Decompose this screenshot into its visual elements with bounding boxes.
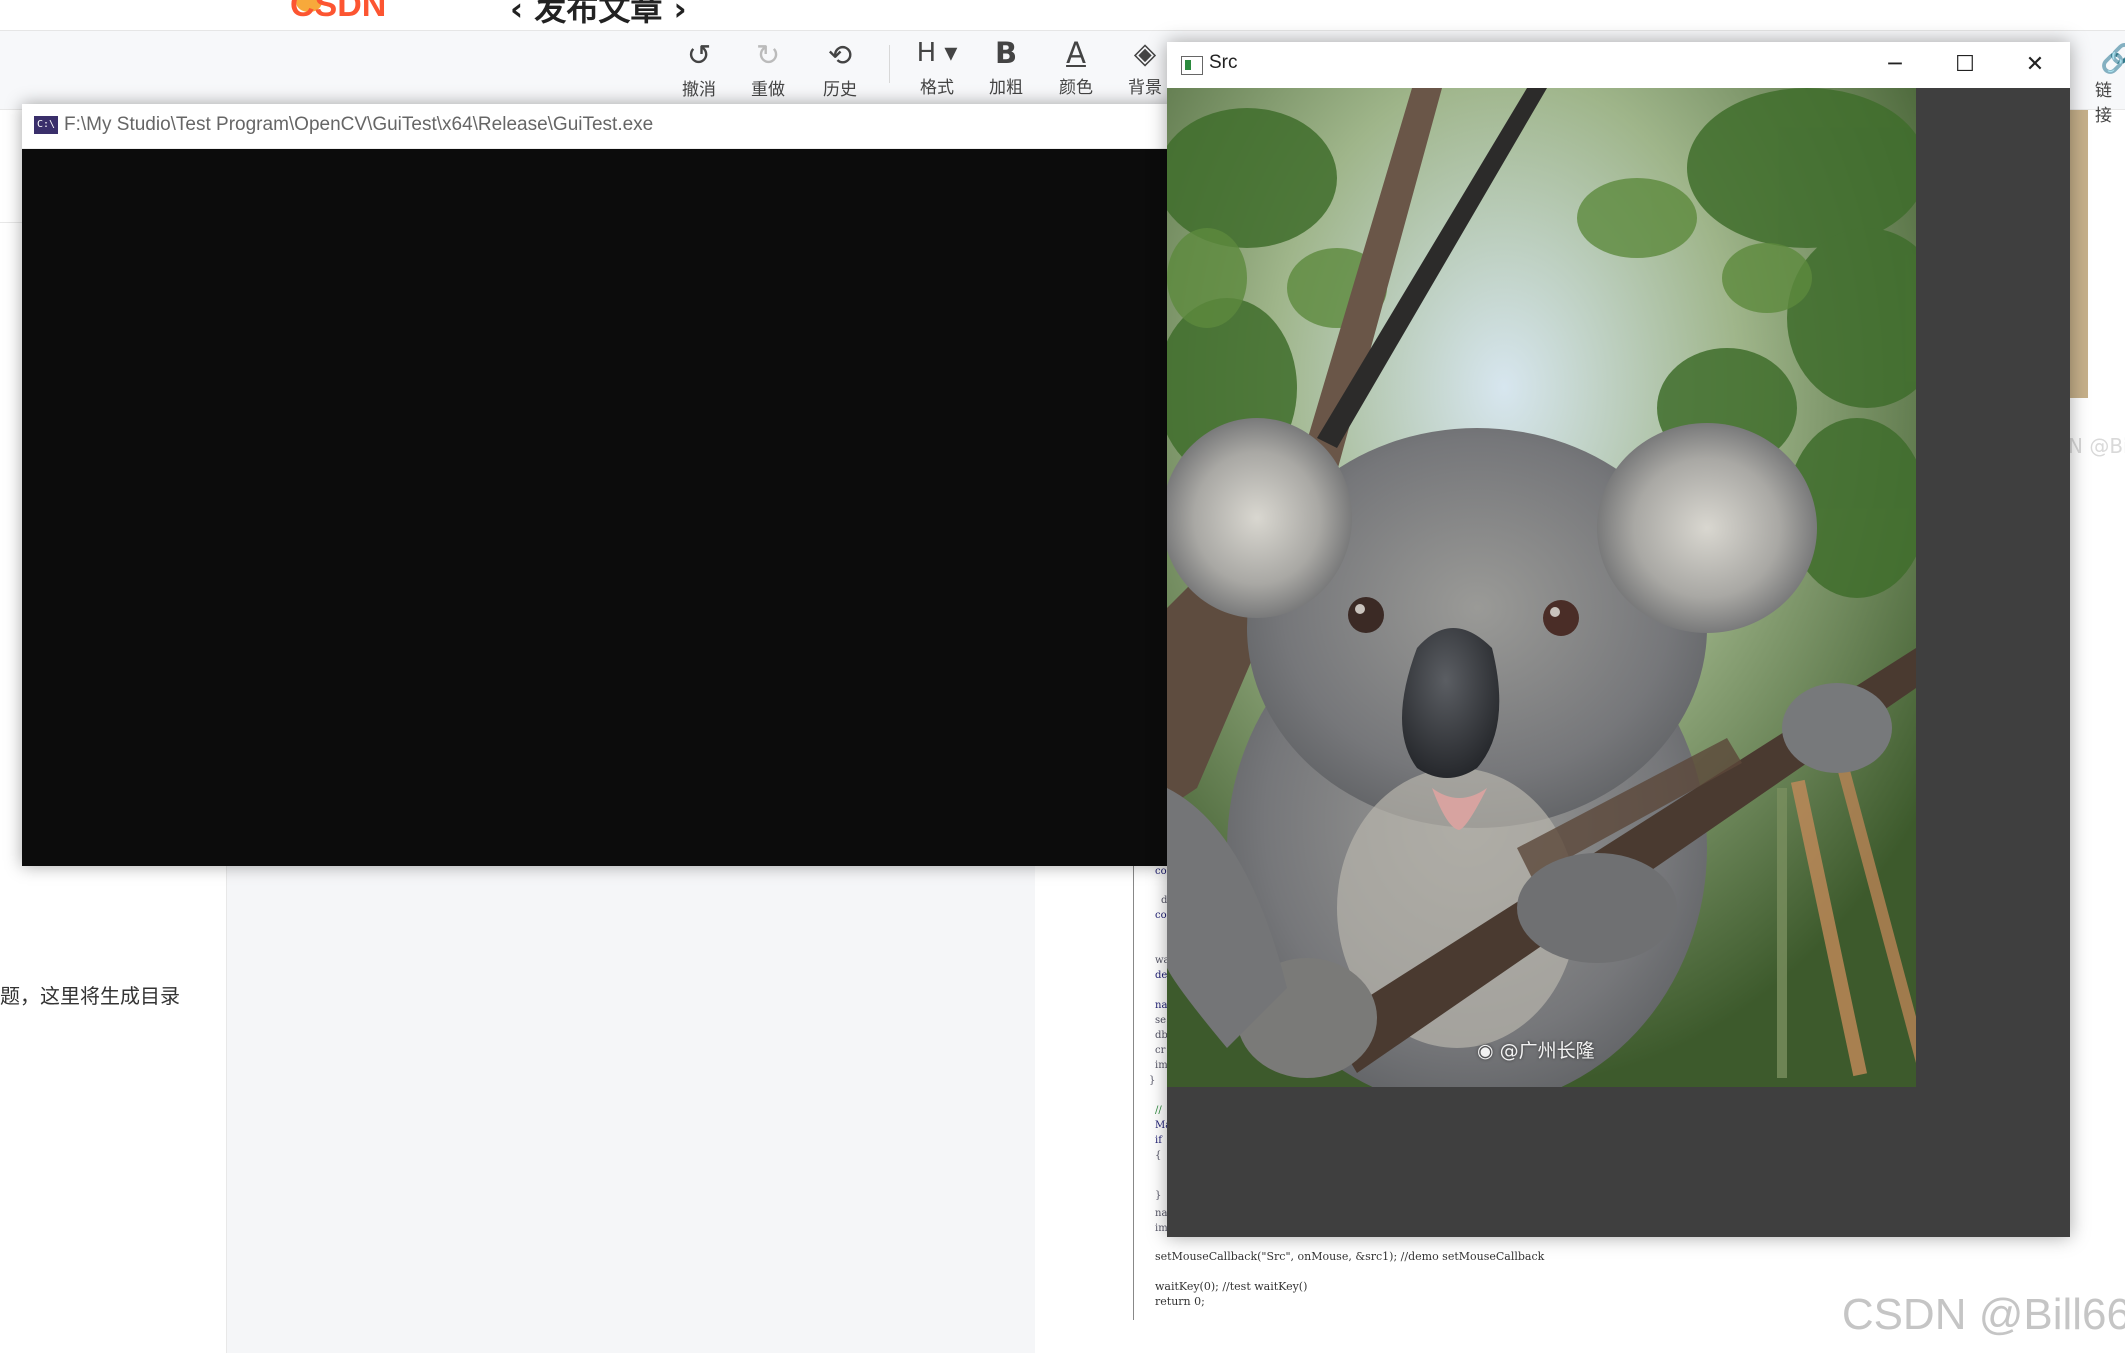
opencv-window-icon <box>1181 56 1203 75</box>
src-window-title: Src <box>1209 52 1238 73</box>
font-color-button[interactable]: A 颜色 <box>1045 35 1107 98</box>
link-icon[interactable]: 🔗 <box>2100 42 2125 75</box>
console-app-icon: C:\ <box>34 116 58 134</box>
bold-button[interactable]: B 加粗 <box>975 35 1037 98</box>
code-fragment: if <box>1155 1135 1162 1146</box>
code-fragment: im <box>1155 1223 1168 1234</box>
photo-watermark-text: @广州长隆 <box>1499 1040 1595 1062</box>
dropdown-chevron-icon[interactable]: › <box>662 0 686 28</box>
code-line: setMouseCallback("Src", onMouse, &src1);… <box>1155 1250 1545 1263</box>
code-line: waitKey(0); //test waitKey() <box>1155 1280 1308 1293</box>
maximize-icon: ☐ <box>1955 52 1975 77</box>
bold-label: 加粗 <box>989 78 1023 98</box>
toc-placeholder: 题，这里将生成目录 <box>0 984 180 1008</box>
code-fragment: } <box>1155 1190 1162 1201</box>
heading-label: 格式 <box>920 78 954 98</box>
src-titlebar[interactable]: Src ─ ☐ ✕ <box>1167 42 2070 88</box>
code-fragment: // <box>1155 1105 1162 1116</box>
code-fragment: na <box>1155 1208 1168 1219</box>
code-fragment: co <box>1155 910 1167 921</box>
minimize-button[interactable]: ─ <box>1860 42 1930 88</box>
publish-title-text: 发布文章 <box>534 0 663 28</box>
undo-label: 撤消 <box>682 80 716 100</box>
code-fragment: se <box>1155 1015 1167 1026</box>
minimize-icon: ─ <box>1888 52 1902 77</box>
history-button[interactable]: ⟲ 历史 <box>809 37 871 100</box>
toolbar-divider <box>889 45 890 83</box>
heading-icon: H ▾ <box>916 38 958 68</box>
code-fragment: im <box>1155 1060 1168 1071</box>
weibo-icon: ◉ <box>1477 1040 1500 1062</box>
maximize-button[interactable]: ☐ <box>1930 42 2000 88</box>
code-fragment: } <box>1149 1075 1156 1086</box>
history-icon: ⟲ <box>827 38 853 72</box>
console-titlebar[interactable]: C:\ F:\My Studio\Test Program\OpenCV\Gui… <box>22 104 1172 149</box>
history-label: 历史 <box>823 80 857 100</box>
code-fragment: na <box>1155 1000 1168 1011</box>
koala-photo-image <box>1167 88 1916 1087</box>
close-icon: ✕ <box>2025 52 2045 77</box>
bold-icon: B <box>994 36 1018 70</box>
back-chevron-icon[interactable]: ‹ <box>510 0 534 28</box>
redo-icon: ↻ <box>755 38 781 72</box>
code-line: return 0; <box>1155 1295 1205 1308</box>
code-fragment: cr <box>1155 1045 1166 1056</box>
console-window-title: F:\My Studio\Test Program\OpenCV\GuiTest… <box>64 114 654 135</box>
csdn-watermark: CSDN @Bill66 <box>1841 1290 2125 1339</box>
font-color-icon: A <box>1066 36 1086 70</box>
color-label: 颜色 <box>1059 78 1093 98</box>
faint-watermark: N @Bi <box>2068 434 2125 458</box>
link-label: 链接 <box>2095 81 2112 126</box>
code-fragment: de <box>1155 970 1168 981</box>
code-fragment: co <box>1155 866 1167 877</box>
redo-label: 重做 <box>751 80 785 100</box>
redo-button[interactable]: ↻ 重做 <box>737 37 799 100</box>
console-window[interactable]: C:\ F:\My Studio\Test Program\OpenCV\Gui… <box>22 104 1172 866</box>
src-image-window[interactable]: Src ─ ☐ ✕ ◉ @广州长隆 <box>1167 42 2070 1237</box>
heading-format-button[interactable]: H ▾ 格式 <box>906 35 968 98</box>
code-fragment: db <box>1155 1030 1168 1041</box>
undo-button[interactable]: ↺ 撤消 <box>668 37 730 100</box>
photo-watermark: ◉ @广州长隆 <box>1477 1036 1595 1063</box>
code-block-border <box>1133 865 1134 1320</box>
code-fragment: { <box>1155 1150 1162 1161</box>
close-button[interactable]: ✕ <box>2000 42 2070 88</box>
koala-photo[interactable]: ◉ @广州长隆 <box>1167 88 1916 1087</box>
csdn-logo[interactable]: CSDN <box>290 0 386 25</box>
publish-article-title: ‹ 发布文章 › <box>510 0 687 30</box>
undo-icon: ↺ <box>686 38 712 72</box>
